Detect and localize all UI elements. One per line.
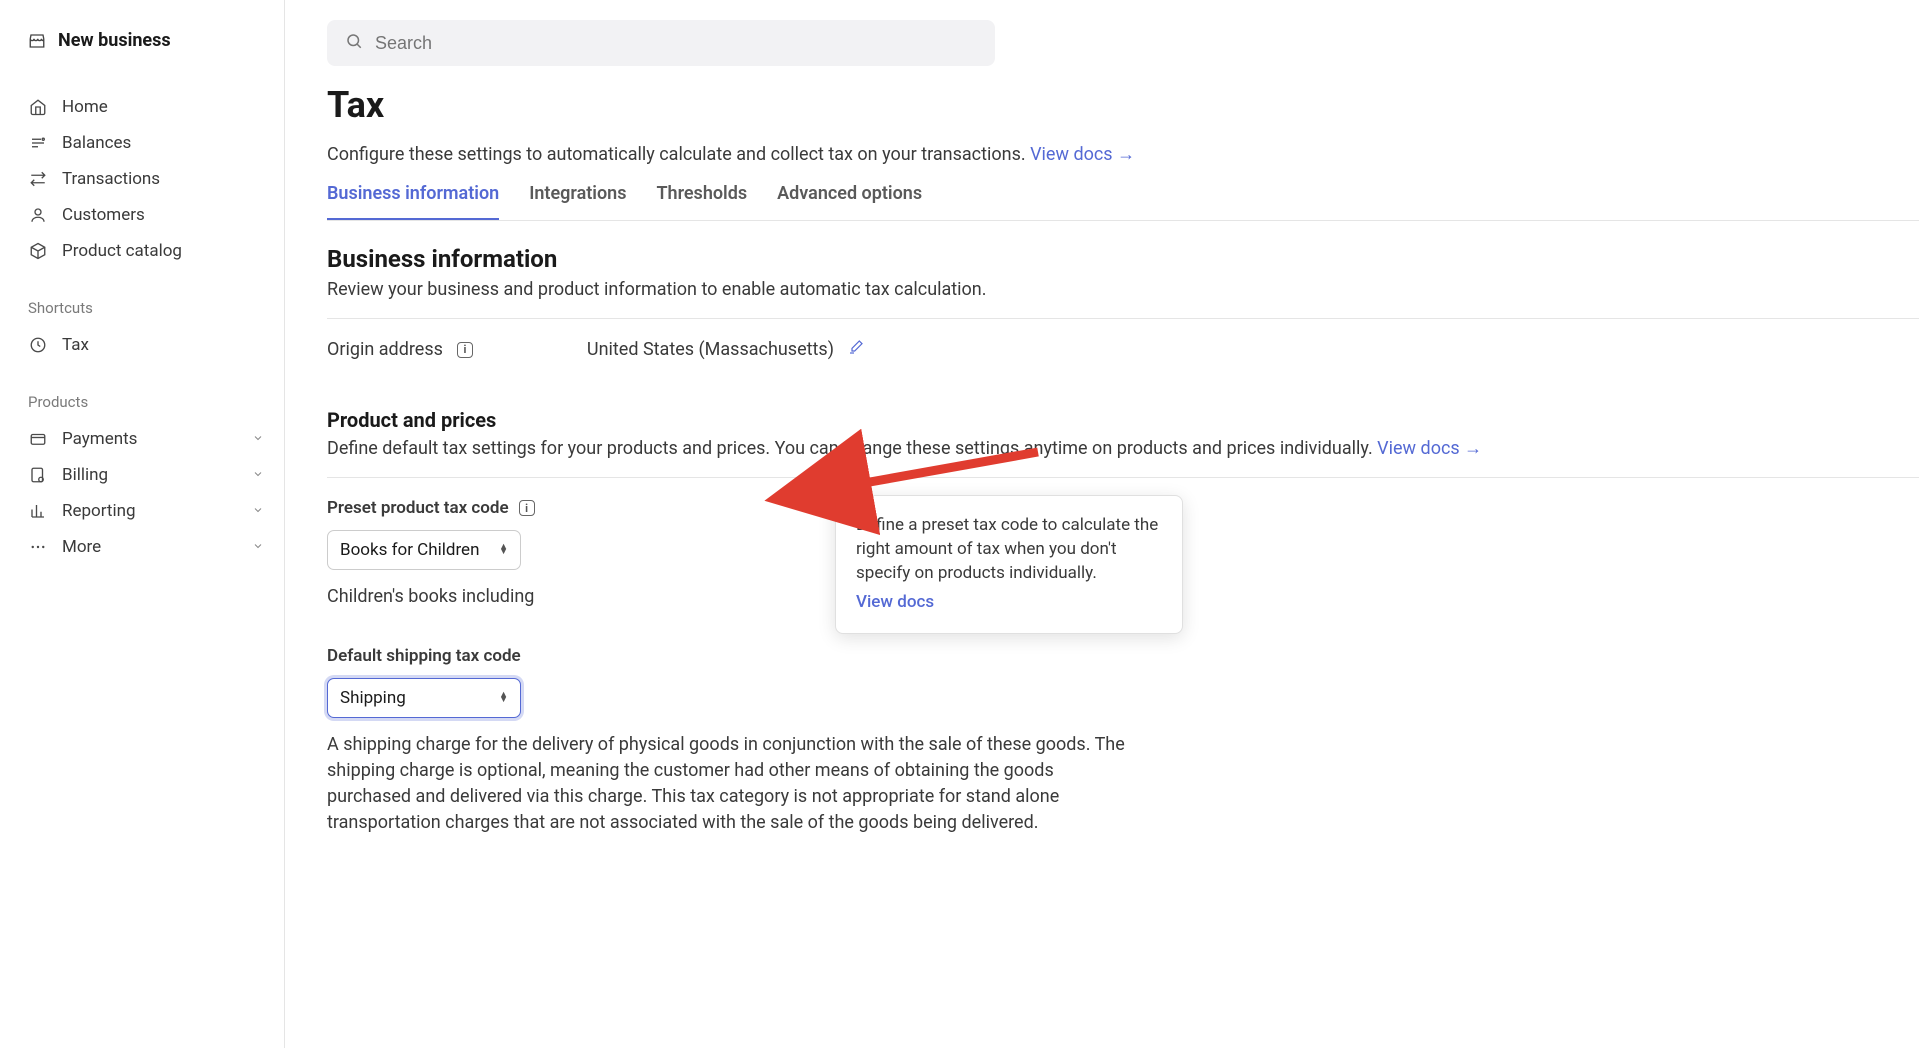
chevron-down-icon bbox=[252, 501, 264, 521]
nav-shortcuts: Tax bbox=[28, 327, 284, 363]
brand-label: New business bbox=[58, 30, 171, 51]
wallet-icon bbox=[28, 429, 48, 449]
balances-icon bbox=[28, 133, 48, 153]
preset-tax-tooltip: Define a preset tax code to calculate th… bbox=[835, 495, 1183, 634]
updown-icon: ▲▼ bbox=[499, 693, 508, 703]
business-info-desc: Review your business and product informa… bbox=[327, 279, 1919, 300]
sidebar-item-product-catalog[interactable]: Product catalog bbox=[28, 233, 284, 269]
product-prices-desc: Define default tax settings for your pro… bbox=[327, 438, 1919, 459]
sidebar-item-tax[interactable]: Tax bbox=[28, 327, 284, 363]
nav-label: Home bbox=[62, 97, 108, 117]
search-bar[interactable] bbox=[327, 20, 995, 66]
brand[interactable]: New business bbox=[28, 30, 284, 51]
updown-icon: ▲▼ bbox=[499, 545, 508, 555]
sidebar-item-balances[interactable]: Balances bbox=[28, 125, 284, 161]
tab-advanced-options[interactable]: Advanced options bbox=[777, 183, 922, 220]
dots-icon bbox=[28, 537, 48, 557]
select-value: Shipping bbox=[340, 688, 406, 708]
sidebar-item-customers[interactable]: Customers bbox=[28, 197, 284, 233]
shipping-tax-code-select[interactable]: Shipping ▲▼ bbox=[327, 678, 521, 718]
tab-thresholds[interactable]: Thresholds bbox=[656, 183, 747, 220]
page-description: Configure these settings to automaticall… bbox=[327, 144, 1919, 165]
product-prices-title: Product and prices bbox=[327, 408, 1919, 432]
shipping-tax-code-label: Default shipping tax code bbox=[327, 646, 1919, 666]
billing-icon bbox=[28, 465, 48, 485]
customers-icon bbox=[28, 205, 48, 225]
divider bbox=[327, 318, 1919, 319]
info-icon[interactable]: i bbox=[519, 500, 535, 516]
nav-label: Balances bbox=[62, 133, 131, 153]
home-icon bbox=[28, 97, 48, 117]
chevron-down-icon bbox=[252, 429, 264, 449]
shipping-tax-code-block: Default shipping tax code Shipping ▲▼ A … bbox=[327, 646, 1919, 836]
nav-label: Billing bbox=[62, 465, 108, 485]
sidebar-item-payments[interactable]: Payments bbox=[28, 421, 284, 457]
shortcuts-label: Shortcuts bbox=[28, 299, 284, 317]
products-label: Products bbox=[28, 393, 284, 411]
tab-integrations[interactable]: Integrations bbox=[529, 183, 626, 220]
nav-products: Payments Billing Reporting More bbox=[28, 421, 284, 565]
view-docs-link[interactable]: View docs → bbox=[1030, 144, 1135, 165]
arrow-right-icon: → bbox=[1117, 144, 1135, 165]
tabs: Business information Integrations Thresh… bbox=[327, 183, 1919, 221]
search-input[interactable] bbox=[375, 33, 977, 54]
nav-label: Product catalog bbox=[62, 241, 182, 261]
page-title: Tax bbox=[327, 84, 1919, 126]
origin-address-value: United States (Massachusetts) bbox=[587, 339, 834, 360]
nav-label: More bbox=[62, 537, 101, 557]
view-docs-link[interactable]: View docs → bbox=[1377, 438, 1482, 459]
main: Tax Configure these settings to automati… bbox=[285, 0, 1919, 1048]
chevron-down-icon bbox=[252, 537, 264, 557]
select-value: Books for Children bbox=[340, 540, 479, 560]
info-icon[interactable]: i bbox=[457, 342, 473, 358]
nav-label: Reporting bbox=[62, 501, 136, 521]
nav-label: Tax bbox=[62, 335, 89, 355]
preset-tax-code-select[interactable]: Books for Children ▲▼ bbox=[327, 530, 521, 570]
chevron-down-icon bbox=[252, 465, 264, 485]
origin-address-row: Origin address i United States (Massachu… bbox=[327, 339, 1919, 360]
tooltip-view-docs-link[interactable]: View docs bbox=[856, 591, 1162, 615]
tab-business-information[interactable]: Business information bbox=[327, 183, 499, 220]
product-icon bbox=[28, 241, 48, 261]
arrow-right-icon: → bbox=[1464, 438, 1482, 459]
edit-icon[interactable] bbox=[848, 339, 864, 360]
sidebar-item-reporting[interactable]: Reporting bbox=[28, 493, 284, 529]
tooltip-text: Define a preset tax code to calculate th… bbox=[856, 515, 1158, 583]
nav-label: Customers bbox=[62, 205, 145, 225]
nav-main: Home Balances Transactions Customers Pro… bbox=[28, 89, 284, 269]
business-info-title: Business information bbox=[327, 245, 1919, 273]
nav-label: Payments bbox=[62, 429, 137, 449]
storefront-icon bbox=[28, 32, 46, 50]
divider bbox=[327, 477, 1919, 478]
search-icon bbox=[345, 32, 363, 54]
sidebar: New business Home Balances Transactions … bbox=[0, 0, 285, 1048]
chart-icon bbox=[28, 501, 48, 521]
origin-address-label: Origin address bbox=[327, 339, 443, 360]
transactions-icon bbox=[28, 169, 48, 189]
sidebar-item-billing[interactable]: Billing bbox=[28, 457, 284, 493]
clock-icon bbox=[28, 335, 48, 355]
sidebar-item-more[interactable]: More bbox=[28, 529, 284, 565]
shipping-help-text: A shipping charge for the delivery of ph… bbox=[327, 732, 1127, 836]
sidebar-item-transactions[interactable]: Transactions bbox=[28, 161, 284, 197]
nav-label: Transactions bbox=[62, 169, 160, 189]
sidebar-item-home[interactable]: Home bbox=[28, 89, 284, 125]
